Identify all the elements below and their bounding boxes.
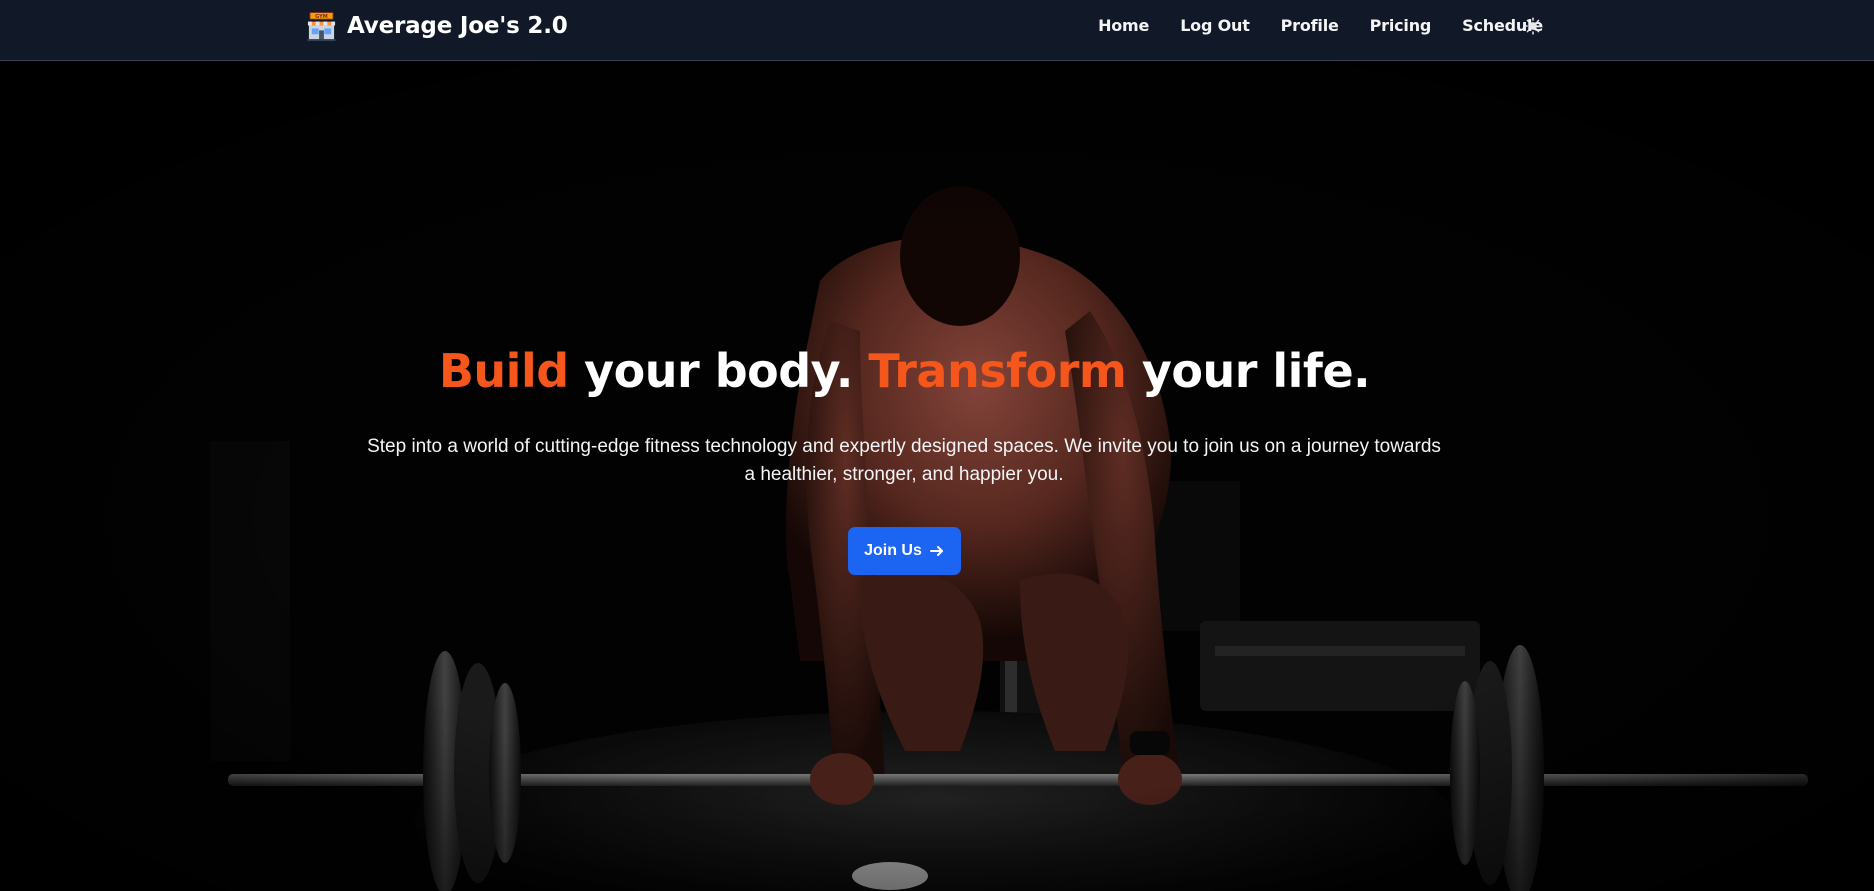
- nav-pricing-link[interactable]: Pricing: [1370, 16, 1432, 35]
- nav-profile-link[interactable]: Profile: [1281, 16, 1339, 35]
- hero-title-part-1: your body.: [568, 344, 869, 398]
- hero-title-accent-build: Build: [438, 344, 569, 398]
- join-us-button[interactable]: Join Us: [848, 527, 961, 575]
- logo-sign-text: GYM: [315, 13, 328, 19]
- hero-content: Build your body. Transform your life. St…: [0, 61, 1874, 891]
- arrow-right-icon: [929, 546, 943, 556]
- theme-toggle-button[interactable]: [1521, 14, 1545, 38]
- hero-title-part-2: your life.: [1126, 344, 1371, 398]
- nav-logout-link[interactable]: Log Out: [1180, 16, 1250, 35]
- hero-title-accent-transform: Transform: [868, 344, 1127, 398]
- brand-name: Average Joe's 2.0: [347, 13, 568, 39]
- sun-icon: [1524, 17, 1542, 35]
- nav-menu: Home Log Out Profile Pricing Schedule: [1098, 0, 1543, 51]
- hero-section: Build your body. Transform your life. St…: [0, 61, 1874, 891]
- navbar: GYM Average Joe's 2.0 Home Log Out Profi…: [0, 0, 1874, 61]
- brand-link[interactable]: GYM Average Joe's 2.0: [306, 9, 568, 43]
- nav-home-link[interactable]: Home: [1098, 16, 1149, 35]
- join-us-label: Join Us: [864, 542, 922, 559]
- hero-title: Build your body. Transform your life.: [0, 344, 1809, 398]
- gym-building-icon: GYM: [307, 11, 336, 41]
- hero-subtitle: Step into a world of cutting-edge fitnes…: [367, 436, 1441, 485]
